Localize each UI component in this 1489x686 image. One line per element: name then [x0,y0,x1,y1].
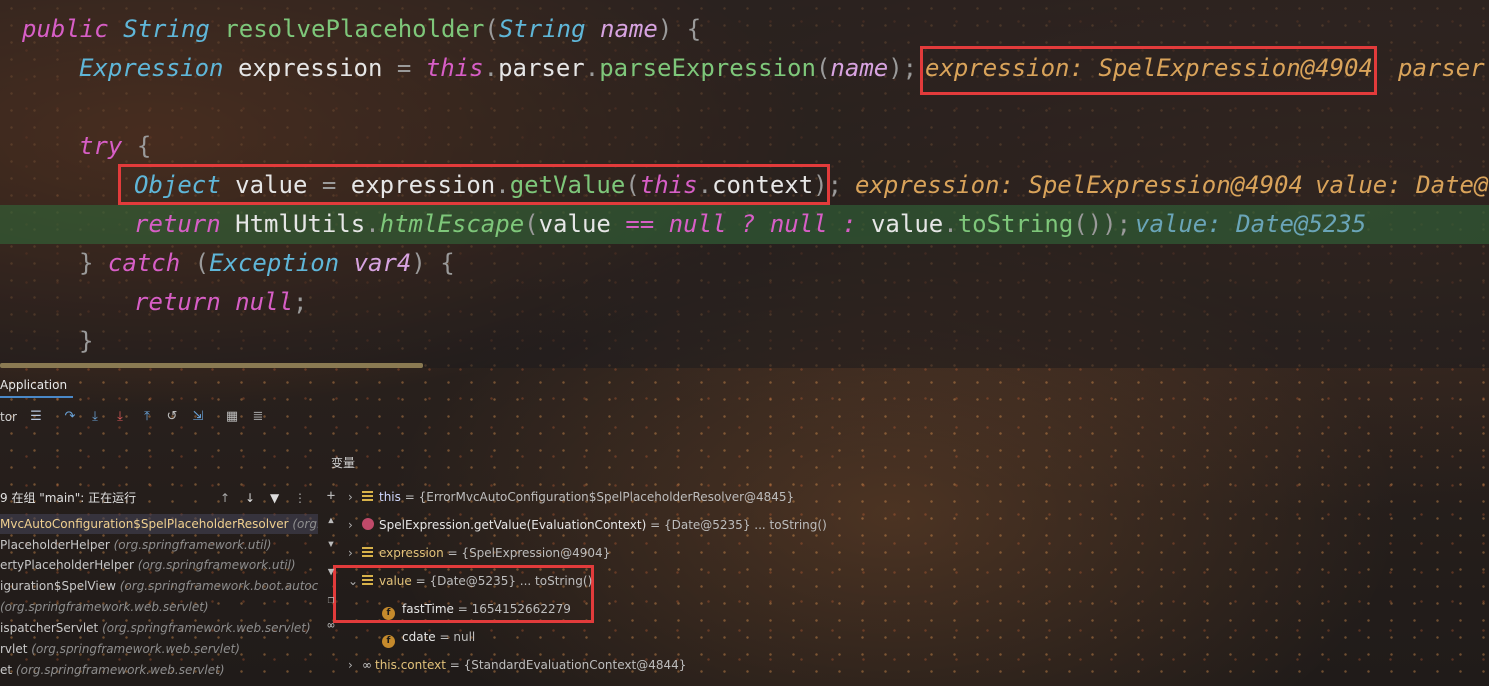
frame-item[interactable]: ertyPlaceholderHelper (org.springframewo… [0,555,318,575]
inline-hint-expression-2: expression: SpelExpression@4904 [855,171,1303,199]
field-icon: f [382,635,395,648]
annotation-box-expression-hint [920,46,1377,95]
variable-row[interactable]: f fastTime = 1654152662279 [382,598,571,620]
code-line-1: public String resolvePlaceholder(String … [22,15,702,43]
object-icon [362,547,373,557]
inline-hint-value: value: Date@ [1315,171,1489,199]
code-line-8: return null; [134,288,308,316]
toolbar-label: tor [0,410,17,424]
code-line-6: return HtmlUtils.htmlEscape(value == nul… [134,210,1132,238]
method-return-icon [362,518,374,530]
chevron-down-icon[interactable]: ⌄ [348,570,362,592]
drop-frame-icon[interactable]: ↺ [164,409,180,425]
code-line-4: try { [79,132,152,160]
frame-item[interactable]: et (org.springframework.web.servlet) [0,660,318,680]
frames-list: MvcAutoConfiguration$SpelPlaceholderReso… [0,482,318,686]
down-icon[interactable]: ▾ [321,534,341,554]
object-icon [362,491,373,501]
add-watch-icon[interactable]: + [321,486,341,506]
inline-hint-value-2: value: Date@5235 [1135,210,1367,238]
field-icon: f [382,607,395,620]
run-to-cursor-icon[interactable]: ⇲ [190,409,206,425]
frame-item[interactable]: rvlet (org.springframework.web.servlet) [0,639,318,659]
step-over-icon[interactable]: ↷ [62,409,78,425]
collapse-icon[interactable]: ▼ [321,562,341,582]
watch-icon: ∞ [362,658,372,672]
variable-row[interactable]: f cdate = null [382,626,475,648]
variables-title: 变量 [331,456,356,470]
force-step-into-icon[interactable]: ⤓ [112,409,128,425]
glasses-icon[interactable]: ∞ [321,615,341,635]
debug-tab-bar: Application [0,372,1489,400]
trace-icon[interactable]: ≣ [250,409,266,425]
variable-row[interactable]: › expression = {SpelExpression@4904} [348,542,610,564]
debug-toolbar: tor ☰ ↷ ⤓ ⤓ ⤒ ↺ ⇲ ▦ ≣ [0,407,280,431]
evaluate-expression-icon[interactable]: ▦ [224,409,240,425]
frame-item[interactable]: iguration$SpelView (org.springframework.… [0,576,318,596]
copy-icon[interactable]: ❐ [321,590,341,610]
up-icon[interactable]: ▴ [321,510,341,530]
step-out-icon[interactable]: ⤒ [139,409,155,425]
variable-row[interactable]: ⌄ value = {Date@5235} ... toString() [348,570,592,592]
chevron-right-icon[interactable]: › [348,542,362,564]
frame-item[interactable]: MvcAutoConfiguration$SpelPlaceholderReso… [0,514,318,534]
step-into-icon[interactable]: ⤓ [87,409,103,425]
variable-row[interactable]: › SpelExpression.getValue(EvaluationConte… [348,514,827,536]
menu-icon[interactable]: ☰ [28,409,44,425]
variable-row[interactable]: › this = {ErrorMvcAutoConfiguration$SpelP… [348,486,794,508]
variable-row[interactable]: › ∞ this.context = {StandardEvaluationCont… [348,654,686,676]
variables-sidebar: + ▴ ▾ ▼ ❐ ∞ [318,400,344,686]
chevron-right-icon[interactable]: › [348,654,362,676]
frame-item[interactable]: ispatcherServlet (org.springframework.we… [0,618,318,638]
frame-item[interactable]: PlaceholderHelper (org.springframework.u… [0,535,318,555]
object-icon [362,575,373,585]
editor-horizontal-scrollbar[interactable] [0,363,423,368]
frame-item[interactable]: (org.springframework.web.servlet) [0,597,318,617]
chevron-right-icon[interactable]: › [348,486,362,508]
code-line-2: Expression expression = this.parser.pars… [79,54,918,82]
chevron-right-icon[interactable]: › [348,514,362,536]
code-line-7: } catch (Exception var4) { [79,249,455,277]
annotation-box-getvalue-line [118,164,830,205]
code-line-9: } [79,327,94,355]
tab-application[interactable]: Application [0,376,74,398]
inline-hint-parser: parser [1398,54,1485,82]
